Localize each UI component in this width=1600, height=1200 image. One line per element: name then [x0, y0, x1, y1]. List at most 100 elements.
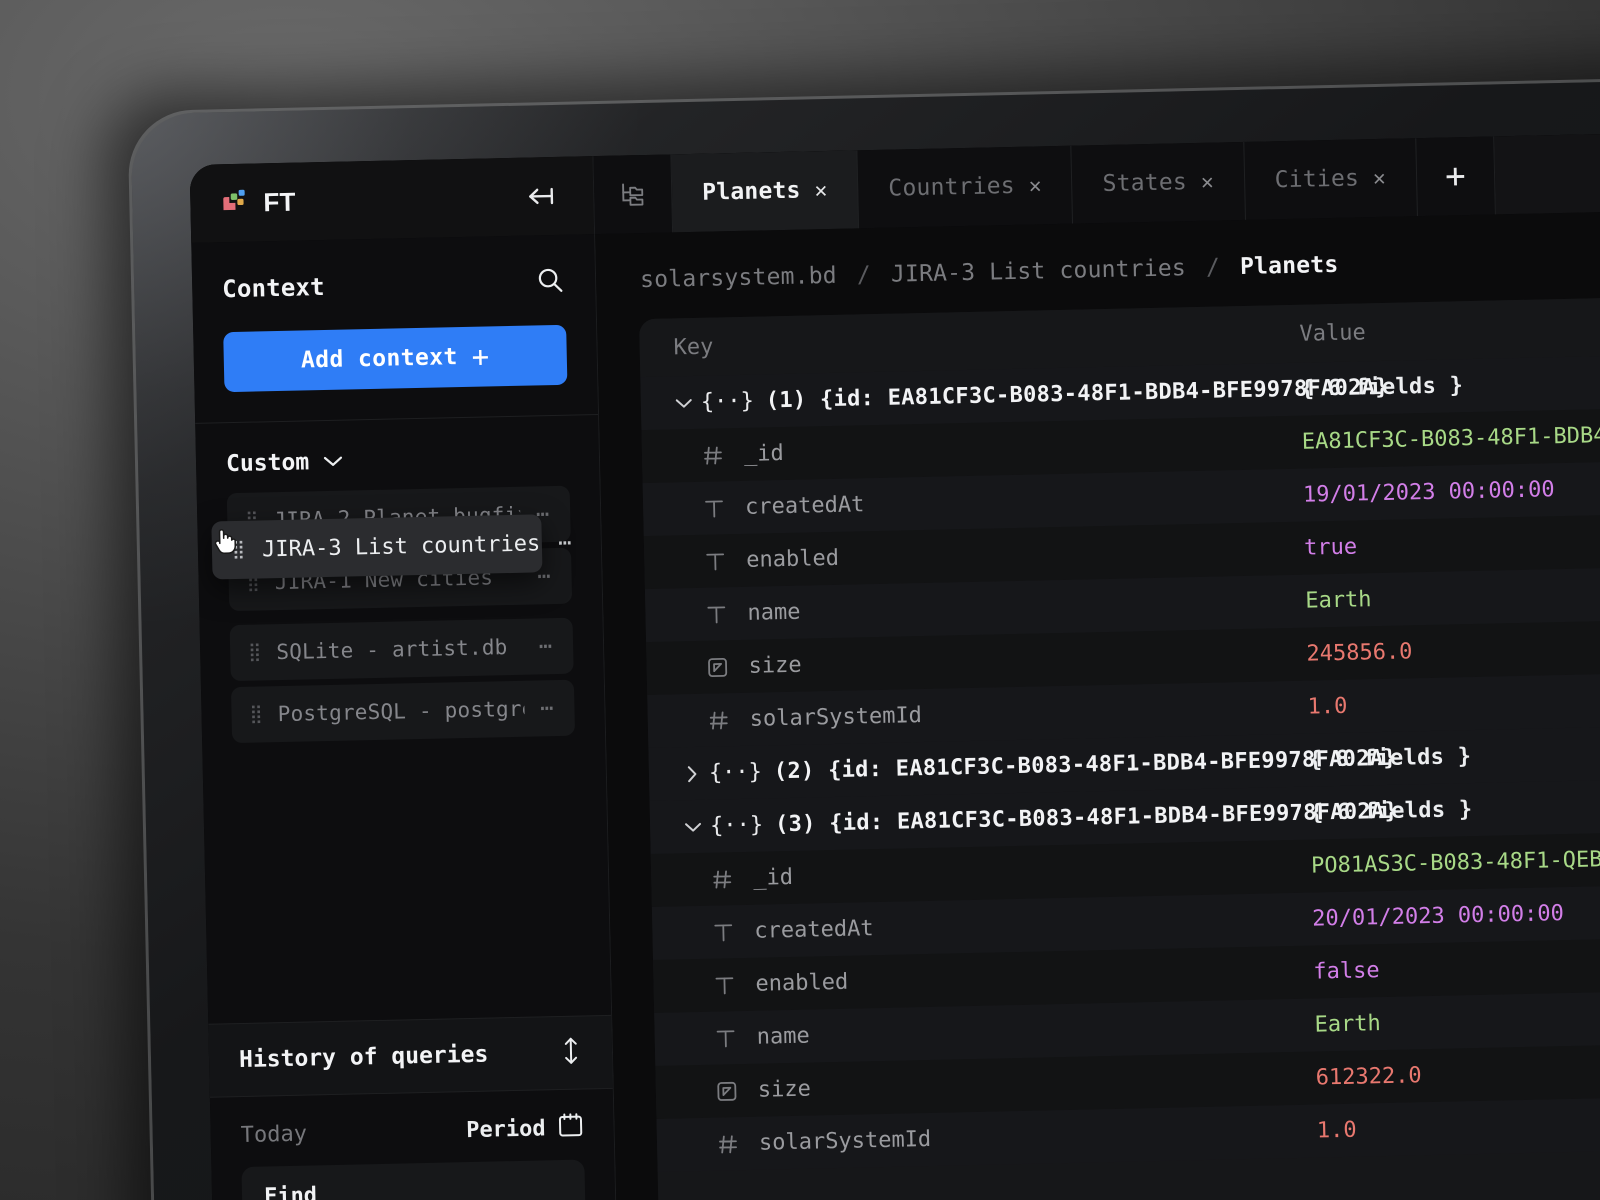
- field-key-cell: enabled: [653, 960, 1313, 999]
- field-key: size: [748, 653, 802, 679]
- tab-states[interactable]: States ✕: [1072, 142, 1246, 224]
- drag-handle-icon[interactable]: ⣿: [249, 705, 262, 723]
- period-label: Period: [466, 1116, 546, 1143]
- more-options-icon[interactable]: ⋯: [539, 634, 554, 659]
- context-title: Context: [222, 273, 325, 303]
- document-key-cell: {··}(1) {id: EA81CF3C-B083-48F1-BDB4-BFE…: [641, 377, 1301, 416]
- column-header-key: Key: [639, 321, 1299, 360]
- close-icon[interactable]: ✕: [1201, 170, 1214, 194]
- add-context-button[interactable]: Add context +: [223, 325, 567, 392]
- breadcrumb-db[interactable]: solarsystem.bd: [640, 263, 837, 293]
- tab-strip-filler: [1494, 130, 1600, 214]
- field-key-cell: name: [645, 589, 1305, 628]
- field-value: Earth: [1305, 578, 1600, 614]
- chevron-down-icon[interactable]: [667, 396, 701, 409]
- field-key-cell: createdAt: [652, 907, 1312, 946]
- object-brace-icon: {··}: [710, 813, 764, 839]
- dragging-list-item[interactable]: ⣿ JIRA-3 List countries ⋯: [211, 514, 542, 579]
- text-type-icon: [700, 550, 730, 573]
- field-value: EA81CF3C-B083-48F1-BDB4-BFE9978FA02A: [1302, 419, 1600, 455]
- field-key: name: [756, 1024, 810, 1050]
- field-value: false: [1313, 949, 1600, 985]
- close-icon[interactable]: ✕: [814, 178, 827, 202]
- field-value: 1.0: [1307, 684, 1600, 720]
- brand: FT: [220, 186, 296, 219]
- custom-label: Custom: [226, 449, 310, 477]
- breadcrumb-current: Planets: [1240, 252, 1339, 280]
- field-key-cell: solarSystemId: [657, 1119, 1317, 1158]
- custom-group-header[interactable]: Custom: [195, 415, 599, 478]
- tab-label: Planets: [702, 178, 801, 206]
- list-item[interactable]: ⣿ SQLite - artist.db ⋯: [230, 618, 574, 681]
- hash-icon: [698, 444, 728, 467]
- collapse-sidebar-icon[interactable]: [525, 179, 560, 214]
- device-bezel: FT: [130, 78, 1600, 1200]
- chevron-right-icon[interactable]: [675, 764, 709, 783]
- history-today-label: Today: [240, 1121, 307, 1147]
- tab-cities[interactable]: Cities ✕: [1244, 138, 1418, 220]
- chevron-down-icon[interactable]: [676, 820, 710, 833]
- app-body: Context Add context +: [191, 208, 1600, 1200]
- list-item[interactable]: ⣿ PostgreSQL - postgres ⋯: [231, 680, 575, 743]
- field-key: name: [747, 600, 801, 626]
- field-count: { 6 fields }: [1310, 797, 1473, 826]
- hash-icon: [707, 868, 737, 891]
- tab-planets[interactable]: Planets ✕: [671, 150, 859, 232]
- document-title: (2) {id: EA81CF3C-B083-48F1-BDB4-BFE9978…: [774, 746, 1397, 785]
- field-key: _id: [753, 865, 793, 891]
- history-entry-title: Find: [264, 1178, 563, 1200]
- list-item-label: SQLite - artist.db: [276, 635, 523, 664]
- calendar-icon: [557, 1112, 584, 1145]
- desktop-background: FT: [0, 0, 1600, 1200]
- history-entry[interactable]: Find db.cities.find({}) results: 9871 20…: [241, 1160, 588, 1200]
- drag-handle-icon[interactable]: ⣿: [248, 643, 261, 661]
- document-title: (1) {id: EA81CF3C-B083-48F1-BDB4-BFE9978…: [766, 375, 1389, 414]
- table-body: {··} (1) {id: EA81CF3C-B083-48F1-BDB4-BFE…: [640, 352, 1600, 1172]
- brand-bar: FT: [190, 156, 596, 243]
- data-table: Key Value {··}(1) {id: EA81CF3C-B083-48F…: [639, 294, 1600, 1200]
- plus-icon: +: [471, 339, 490, 373]
- chevron-down-icon[interactable]: [323, 452, 343, 471]
- context-header: Context: [191, 234, 595, 307]
- field-value: 612322.0: [1315, 1055, 1600, 1091]
- tab-label: Cities: [1274, 165, 1359, 193]
- device-screen: FT: [190, 130, 1600, 1200]
- document-key-cell: {··}(3) {id: EA81CF3C-B083-48F1-BDB4-BFE…: [650, 801, 1310, 840]
- field-value: Earth: [1314, 1002, 1600, 1038]
- grab-cursor-icon: [211, 523, 238, 556]
- add-context-label: Add context: [301, 344, 458, 373]
- field-key: enabled: [746, 546, 839, 573]
- search-icon[interactable]: [535, 265, 566, 300]
- close-icon[interactable]: ✕: [1029, 173, 1042, 197]
- brand-name: FT: [263, 186, 296, 218]
- object-brace-icon: {··}: [709, 760, 763, 786]
- more-options-icon[interactable]: ⋯: [540, 696, 555, 721]
- text-type-icon: [709, 974, 739, 997]
- application-window: FT: [190, 130, 1600, 1200]
- breadcrumb-context[interactable]: JIRA-3 List countries: [891, 255, 1186, 287]
- history-header[interactable]: History of queries: [208, 1015, 613, 1098]
- sort-updown-icon[interactable]: [560, 1036, 583, 1070]
- field-key: createdAt: [745, 492, 865, 520]
- more-options-icon[interactable]: ⋯: [558, 530, 573, 555]
- document-title: (3) {id: EA81CF3C-B083-48F1-BDB4-BFE9978…: [775, 799, 1398, 838]
- field-value: 19/01/2023 00:00:00: [1303, 472, 1600, 508]
- history-period-button[interactable]: Period: [466, 1112, 584, 1147]
- ft-logo-icon: [220, 188, 251, 219]
- field-key-cell: createdAt: [643, 483, 1303, 522]
- field-value: PO81AS3C-B083-48F1-QEB4-RTY1259FA02A: [1311, 843, 1600, 879]
- field-key-cell: enabled: [644, 536, 1304, 575]
- close-icon[interactable]: ✕: [1373, 166, 1386, 190]
- field-key-cell: size: [656, 1066, 1316, 1105]
- field-value: true: [1304, 525, 1600, 561]
- main-panel: solarsystem.bd / JIRA-3 List countries /…: [595, 208, 1600, 1200]
- add-tab-button[interactable]: +: [1416, 136, 1496, 216]
- text-type-icon: [708, 921, 738, 944]
- text-type-icon: [710, 1027, 740, 1050]
- dragging-item-label: JIRA-3 List countries: [262, 531, 541, 562]
- device-frame: FT: [130, 78, 1600, 1200]
- tree-view-icon[interactable]: [593, 154, 673, 234]
- sidebar: Context Add context +: [191, 234, 619, 1200]
- tab-countries[interactable]: Countries ✕: [858, 146, 1074, 229]
- document-value-cell: { 6 fields }: [1310, 790, 1600, 826]
